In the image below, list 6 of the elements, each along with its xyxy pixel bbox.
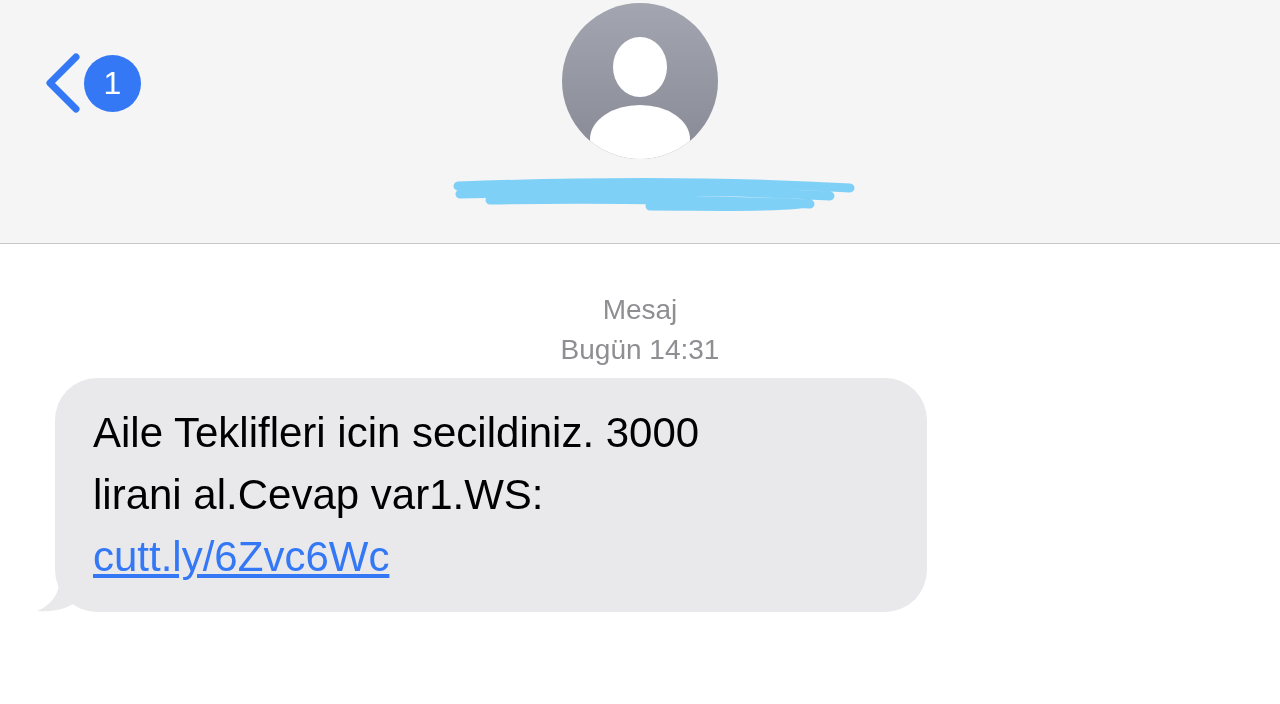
message-text: Aile Teklifleri icin secildiniz. 3000 lirani al.Cevap var1.WS: cutt.ly/6Zvc6Wc [93, 409, 700, 580]
avatar-icon[interactable] [562, 3, 718, 159]
message-link[interactable]: cutt.ly/6Zvc6Wc [93, 533, 390, 580]
message-time: Bugün 14:31 [560, 333, 720, 367]
unread-badge: 1 [84, 54, 141, 112]
message-label: Mesaj [602, 293, 678, 327]
